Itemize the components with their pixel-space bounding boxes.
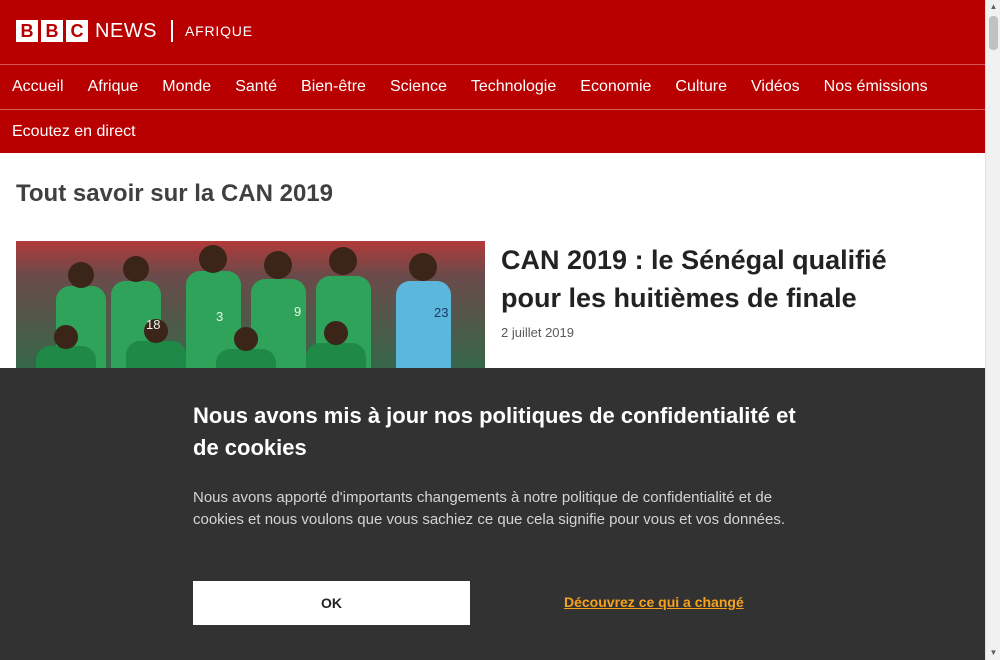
consent-body: Nous avons apporté d'importants changeme… [193,489,786,528]
story-image[interactable]: 18 3 9 23 [16,241,485,381]
svg-text:3: 3 [216,309,223,324]
vertical-scrollbar[interactable]: ▲ ▼ [985,0,1000,660]
page-title: Tout savoir sur la CAN 2019 [16,180,333,207]
svg-text:23: 23 [434,305,448,320]
nav-item-economie[interactable]: Economie [568,77,663,97]
nav-item-sante[interactable]: Santé [223,77,289,97]
nav-item-afrique[interactable]: Afrique [76,77,151,97]
nav-item-bien-etre[interactable]: Bien-être [289,77,378,97]
nav-item-nos-emissions[interactable]: Nos émissions [812,77,940,97]
cookie-consent-banner: Nous avons mis à jour nos politiques de … [0,368,985,660]
svg-text:18: 18 [146,317,160,332]
ok-button[interactable]: OK [193,581,470,625]
nav-item-science[interactable]: Science [378,77,459,97]
nav-item-culture[interactable]: Culture [663,77,739,97]
scroll-up-arrow-icon[interactable]: ▲ [986,0,1000,14]
nav-item-monde[interactable]: Monde [150,77,223,97]
main-navigation: Accueil Afrique Monde Santé Bien-être Sc… [0,64,985,153]
logo-news-word: NEWS [95,20,157,42]
nav-item-technologie[interactable]: Technologie [459,77,568,97]
page: B B C NEWS AFRIQUE Accueil Afrique Monde… [0,0,985,660]
logo-letter-c: C [66,20,88,42]
logo-letter-b2: B [41,20,63,42]
svg-text:9: 9 [294,304,301,319]
scroll-down-arrow-icon[interactable]: ▼ [986,646,1000,660]
nav-row-primary: Accueil Afrique Monde Santé Bien-être Sc… [0,65,985,109]
bbc-logo-blocks: B B C [16,20,88,42]
story-headline[interactable]: CAN 2019 : le Sénégal qualifié pour les … [501,241,941,317]
service-name: AFRIQUE [185,23,253,39]
story-date: 2 juillet 2019 [501,325,574,340]
team-photo-icon: 18 3 9 23 [16,241,485,381]
scroll-thumb[interactable] [989,16,998,50]
nav-item-accueil[interactable]: Accueil [0,77,76,97]
nav-item-videos[interactable]: Vidéos [739,77,812,97]
bbc-news-afrique-logo[interactable]: B B C NEWS AFRIQUE [16,20,253,42]
nav-row-secondary: Ecoutez en direct [0,109,985,153]
masthead: B B C NEWS AFRIQUE [0,0,985,64]
consent-title: Nous avons mis à jour nos politiques de … [193,403,796,460]
privacy-changes-link[interactable]: Découvrez ce qui a changé [564,594,744,610]
logo-letter-b1: B [16,20,38,42]
nav-item-ecoutez-en-direct[interactable]: Ecoutez en direct [0,122,148,142]
logo-divider [171,20,173,42]
